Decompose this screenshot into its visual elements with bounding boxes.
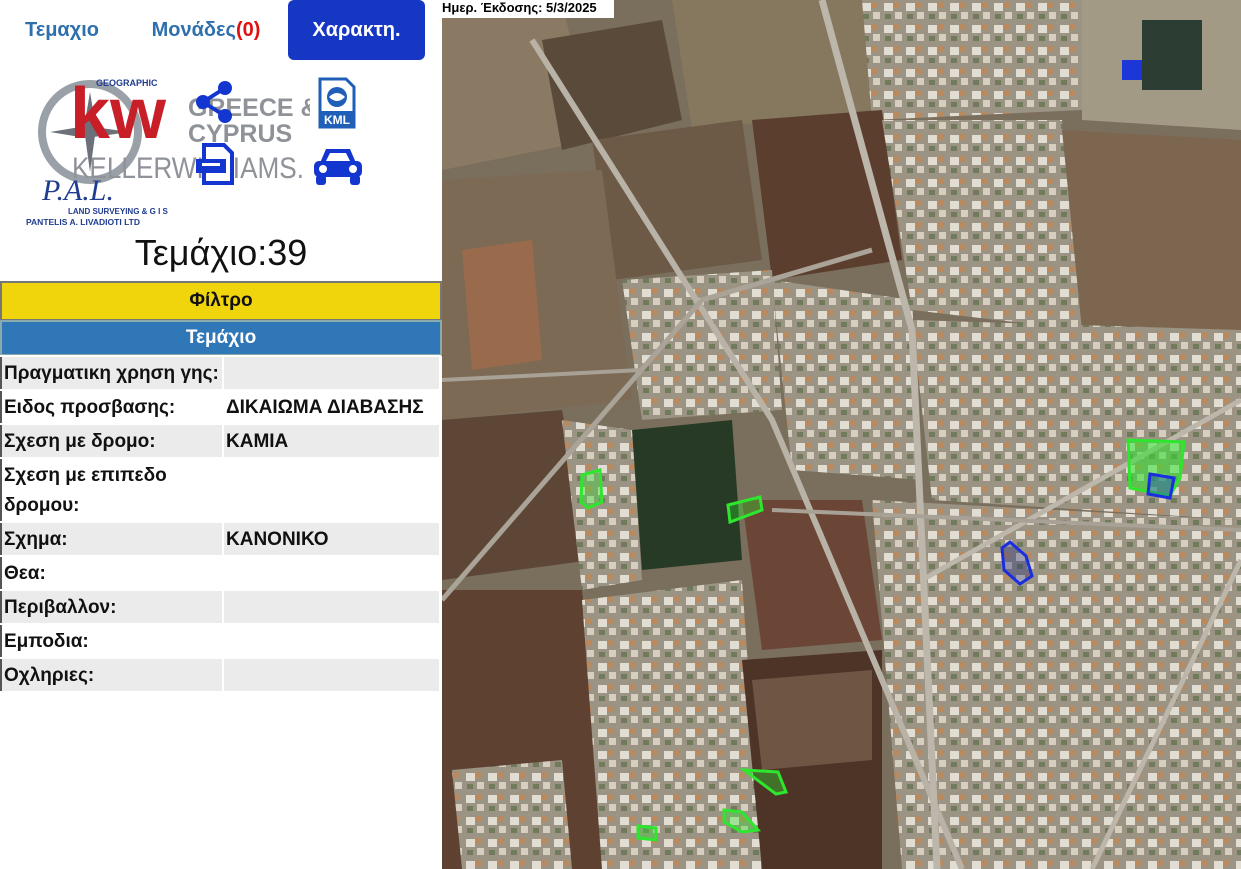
- left-panel: Τεμαχιο Μονάδες (0) Χαρακτη. GEOGRAPHIC P…: [0, 0, 442, 869]
- attribute-value: ΔΙΚΑΙΩΜΑ ΔΙΑΒΑΣΗΣ: [222, 389, 441, 425]
- map-parcel-blue[interactable]: [1146, 472, 1176, 500]
- attribute-value: [222, 657, 441, 693]
- attribute-value: ΚΑΜΙΑ: [222, 423, 441, 459]
- attribute-value: [222, 457, 441, 523]
- attribute-row: Σχεση με δρομο: ΚΑΜΙΑ: [0, 423, 441, 459]
- attribute-row: Οχληριες:: [0, 657, 441, 693]
- attribute-row: Σχημα: ΚΑΝΟΝΙΚΟ: [0, 521, 441, 557]
- kw-mark: kw: [70, 74, 167, 154]
- attribute-label: Θεα:: [0, 555, 224, 591]
- map-canvas: [442, 0, 1241, 869]
- attribute-label: Εμποδια:: [0, 623, 224, 659]
- pal-logo-sub: LAND SURVEYING & G I S: [68, 207, 169, 216]
- filter-button[interactable]: Φίλτρο: [0, 281, 442, 321]
- attribute-label: Σχεση με επιπεδο δρομου:: [0, 457, 224, 523]
- attributes-table: Πραγματικη χρηση γης: Ειδος προσβασης: ΔΙΚ…: [0, 355, 441, 693]
- kw-name: KELLERWILLIAMS.: [72, 152, 304, 185]
- satellite-map[interactable]: [442, 0, 1241, 869]
- keller-williams-logo: kw GREECE & CYPRUS KELLERWILLIAMS.: [70, 74, 310, 185]
- attribute-row: Σχεση με επιπεδο δρομου:: [0, 457, 441, 523]
- tab-parcel[interactable]: Τεμαχιο: [8, 0, 116, 60]
- units-count-badge: (0): [235, 18, 261, 41]
- attribute-value: ΚΑΝΟΝΙΚΟ: [222, 521, 441, 557]
- tab-units[interactable]: Μονάδες (0): [136, 0, 276, 60]
- attribute-label: Σχεση με δρομο:: [0, 423, 224, 459]
- map-parcel-green[interactable]: [579, 468, 604, 510]
- attribute-value: [222, 355, 441, 391]
- attribute-label: Πραγματικη χρηση γης:: [0, 355, 224, 391]
- attribute-value: [222, 623, 441, 659]
- pal-logo-company: PANTELIS A. LIVADIOTI LTD: [26, 217, 140, 227]
- pdf-icon[interactable]: [196, 143, 236, 185]
- parcel-title: Τεμάχιο:39: [134, 232, 308, 273]
- map-parcel-green[interactable]: [636, 824, 658, 842]
- attribute-label: Περιβαλλον:: [0, 589, 224, 625]
- kml-icon-label: KML: [324, 113, 350, 127]
- share-icon[interactable]: [193, 80, 237, 124]
- issue-date-label: Ημερ. Έκδοσης: 5/3/2025: [442, 0, 614, 18]
- attribute-row: Θεα:: [0, 555, 441, 591]
- section-header: Τεμάχιο: [0, 320, 442, 356]
- attribute-label: Οχληριες:: [0, 657, 224, 693]
- attribute-value: [222, 555, 441, 591]
- attribute-row: Περιβαλλον:: [0, 589, 441, 625]
- attribute-value: [222, 589, 441, 625]
- car-icon[interactable]: [310, 143, 366, 187]
- attribute-row: Πραγματικη χρηση γης:: [0, 355, 441, 391]
- attribute-row: Ειδος προσβασης: ΔΙΚΑΙΩΜΑ ΔΙΑΒΑΣΗΣ: [0, 389, 441, 425]
- attribute-label: Σχημα:: [0, 521, 224, 557]
- attribute-label: Ειδος προσβασης:: [0, 389, 224, 425]
- tab-characteristics[interactable]: Χαρακτη.: [288, 0, 425, 60]
- tab-units-label: Μονάδες: [151, 18, 236, 41]
- kml-icon[interactable]: KML: [318, 77, 356, 129]
- attribute-row: Εμποδια:: [0, 623, 441, 659]
